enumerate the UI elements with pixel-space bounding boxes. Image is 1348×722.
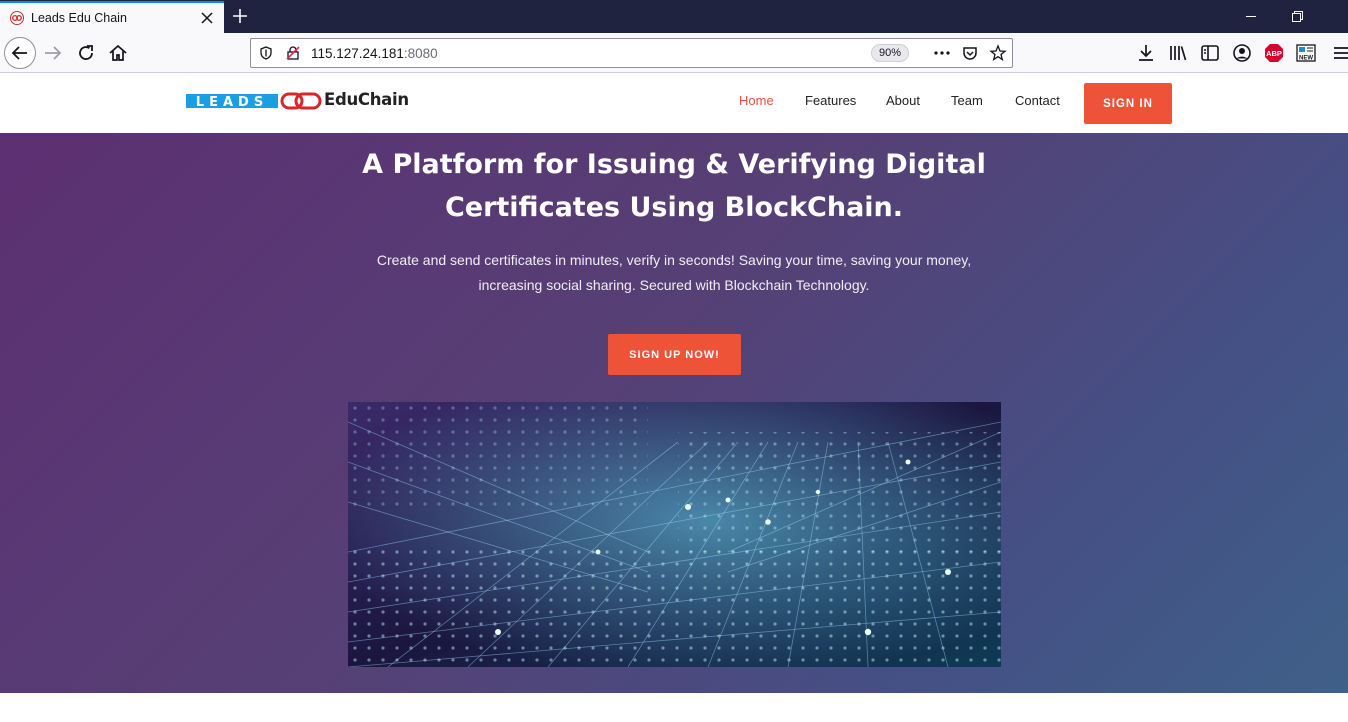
url-port: :8080 bbox=[403, 46, 438, 61]
forward-arrow-icon[interactable] bbox=[41, 41, 65, 65]
sidebar-icon[interactable] bbox=[1198, 41, 1222, 65]
pocket-icon[interactable] bbox=[961, 45, 979, 63]
news-extension-icon[interactable]: NEW bbox=[1294, 41, 1318, 65]
hero-subtitle-line-2: increasing social sharing. Secured with … bbox=[478, 277, 870, 293]
logo-word-educhain: EduChain bbox=[324, 90, 409, 109]
new-tab-icon[interactable] bbox=[230, 6, 250, 26]
adblock-plus-icon[interactable]: ABP bbox=[1262, 41, 1286, 65]
tab-title: Leads Edu Chain bbox=[31, 11, 127, 25]
browser-toolbar: 115.127.24.181:8080 90% ABP NEW bbox=[0, 33, 1348, 73]
insecure-lock-icon[interactable] bbox=[285, 45, 301, 61]
back-arrow-icon bbox=[11, 46, 27, 60]
browser-tab[interactable]: Leads Edu Chain bbox=[0, 1, 224, 33]
network-grid-illustration bbox=[348, 402, 1001, 667]
close-tab-icon[interactable] bbox=[198, 9, 216, 27]
url-host: 115.127.24.181 bbox=[311, 46, 404, 61]
hamburger-menu-icon[interactable] bbox=[1330, 41, 1348, 65]
zoom-level-badge[interactable]: 90% bbox=[871, 44, 909, 62]
menu-item-features[interactable]: Features bbox=[805, 93, 856, 108]
menu-item-contact[interactable]: Contact bbox=[1015, 93, 1060, 108]
menu-item-team[interactable]: Team bbox=[951, 93, 983, 108]
logo-word-leads: LEADS bbox=[196, 95, 268, 110]
address-bar[interactable]: 115.127.24.181:8080 90% bbox=[250, 38, 1013, 68]
svg-text:ABP: ABP bbox=[1266, 49, 1282, 58]
home-icon[interactable] bbox=[106, 41, 130, 65]
reload-icon[interactable] bbox=[74, 41, 98, 65]
hero-title-line-2: Certificates Using BlockChain. bbox=[444, 192, 904, 223]
site-logo[interactable]: LEADS EduChain bbox=[186, 89, 426, 113]
library-icon[interactable] bbox=[1166, 41, 1190, 65]
hero-subtitle: Create and send certificates in minutes,… bbox=[330, 248, 1018, 298]
hero-title-line-1: A Platform for Issuing & Verifying Digit… bbox=[362, 149, 986, 180]
sign-in-button[interactable]: SIGN IN bbox=[1084, 83, 1172, 124]
download-icon[interactable] bbox=[1134, 41, 1158, 65]
site-favicon-icon bbox=[10, 11, 24, 25]
site-header: LEADS EduChain Home Features About Team … bbox=[0, 74, 1348, 133]
menu-item-about[interactable]: About bbox=[886, 93, 920, 108]
svg-text:NEW: NEW bbox=[1299, 56, 1313, 62]
minimize-window-icon[interactable] bbox=[1228, 0, 1274, 33]
hero-title: A Platform for Issuing & Verifying Digit… bbox=[300, 143, 1048, 229]
browser-tab-bar: Leads Edu Chain bbox=[0, 0, 1348, 33]
tracking-shield-icon[interactable] bbox=[258, 45, 274, 61]
blockchain-network-image bbox=[348, 402, 1001, 667]
back-button[interactable] bbox=[4, 37, 36, 69]
bookmark-star-icon[interactable] bbox=[989, 44, 1007, 62]
web-page: LEADS EduChain Home Features About Team … bbox=[0, 74, 1348, 722]
hero-subtitle-line-1: Create and send certificates in minutes,… bbox=[376, 252, 972, 268]
restore-window-icon[interactable] bbox=[1274, 0, 1320, 33]
menu-item-home[interactable]: Home bbox=[739, 93, 774, 108]
hero-section: A Platform for Issuing & Verifying Digit… bbox=[0, 133, 1348, 693]
sign-up-now-button[interactable]: SIGN UP NOW! bbox=[608, 334, 741, 375]
page-actions-icon[interactable] bbox=[933, 45, 951, 61]
url-text: 115.127.24.181:8080 bbox=[311, 46, 438, 61]
account-icon[interactable] bbox=[1230, 41, 1254, 65]
